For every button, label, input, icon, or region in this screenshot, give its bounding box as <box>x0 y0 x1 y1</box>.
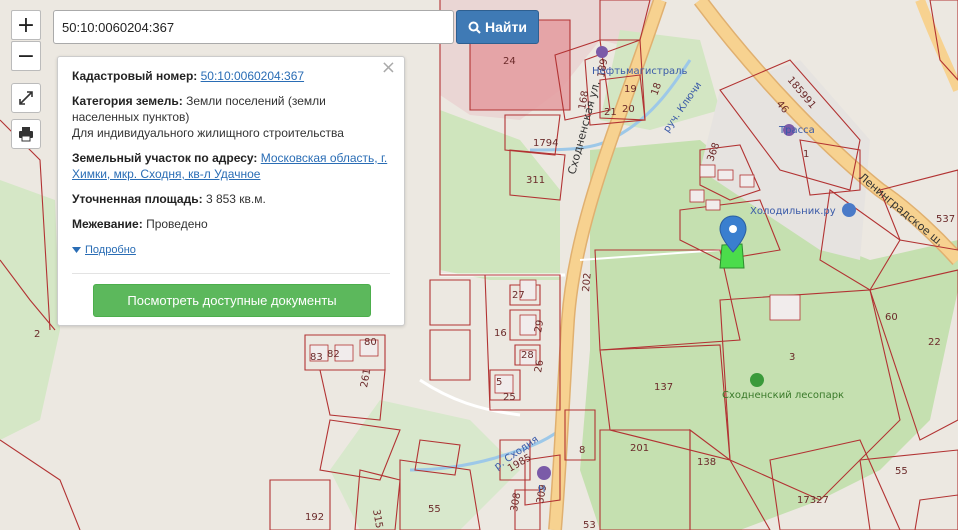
fullscreen-button[interactable] <box>11 83 41 113</box>
parcel-label: 1 <box>803 149 809 160</box>
cadastral-number-label: Кадастровый номер: <box>72 69 198 83</box>
parcel-label: 53 <box>583 520 596 530</box>
zoom-out-button[interactable]: − <box>11 41 41 71</box>
poi-label: Сходненский лесопарк <box>722 390 844 401</box>
cadastral-number-row: Кадастровый номер: 50:10:0060204:367 <box>72 68 390 84</box>
parcel-label: 311 <box>526 175 545 186</box>
parcel-label: 5 <box>496 377 502 388</box>
area-row: Уточненная площадь: 3 853 кв.м. <box>72 191 390 207</box>
fuel-station-icon[interactable] <box>596 46 608 58</box>
close-icon[interactable]: × <box>381 59 396 77</box>
address-row: Земельный участок по адресу: Московская … <box>72 150 390 182</box>
survey-row: Межевание: Проведено <box>72 216 390 232</box>
shop-icon[interactable] <box>842 203 856 217</box>
parcel-label: 27 <box>512 290 525 301</box>
parcel-label: 19 <box>624 84 637 95</box>
poi-label: Нефтьмагистраль <box>592 66 688 77</box>
parcel-label: 3 <box>789 352 795 363</box>
search-icon <box>468 21 481 34</box>
store-icon[interactable] <box>537 466 551 480</box>
parcel-label: 8 <box>579 445 585 456</box>
printer-icon <box>19 127 33 142</box>
parcel-label: 202 <box>581 272 594 292</box>
parcel-label: 1794 <box>533 138 558 149</box>
area-value: 3 853 кв.м. <box>205 192 266 206</box>
parcel-label: 201 <box>630 443 649 454</box>
parcel-label: 2 <box>34 329 40 340</box>
caret-down-icon <box>72 247 81 253</box>
land-category-label: Категория земель: <box>72 94 183 108</box>
parcel-label: 21 <box>604 107 617 118</box>
parcel-label: 80 <box>364 337 377 348</box>
view-documents-button[interactable]: Посмотреть доступные документы <box>93 284 371 317</box>
parcel-label: 29 <box>533 319 546 333</box>
parcel-label: 60 <box>885 312 898 323</box>
poi-label: Н <box>538 484 546 495</box>
parcel-label: 55 <box>428 504 441 515</box>
parcel-label: 24 <box>503 56 516 67</box>
search-button[interactable]: Найти <box>456 10 539 44</box>
poi-label: Трасса <box>778 125 815 136</box>
print-button[interactable] <box>11 119 41 149</box>
panel-divider <box>72 273 390 274</box>
parcel-label: 537 <box>936 214 955 225</box>
search-button-label: Найти <box>485 19 527 35</box>
address-label: Земельный участок по адресу: <box>72 151 258 165</box>
details-link-label: Подробно <box>85 244 136 256</box>
details-toggle[interactable]: Подробно <box>72 242 136 258</box>
land-purpose-value: Для индивидуального жилищного строительс… <box>72 126 344 140</box>
parcel-label: 137 <box>654 382 673 393</box>
parcel-label: 16 <box>494 328 507 339</box>
parcel-label: 26 <box>533 359 546 373</box>
land-category-row: Категория земель: Земли поселений (земли… <box>72 93 390 141</box>
park-icon[interactable] <box>750 373 764 387</box>
cadastral-search-input[interactable] <box>53 10 454 44</box>
zoom-in-button[interactable]: + <box>11 10 41 40</box>
survey-value: Проведено <box>146 217 208 231</box>
parcel-label: 83 <box>310 352 323 363</box>
parcel-label: 138 <box>697 457 716 468</box>
parcel-label: 22 <box>928 337 941 348</box>
survey-label: Межевание: <box>72 217 143 231</box>
parcel-label: 25 <box>503 392 516 403</box>
poi-label: Холодильник.ру <box>750 206 836 217</box>
parcel-info-panel: × Кадастровый номер: 50:10:0060204:367 К… <box>57 56 405 326</box>
parcel-label: 28 <box>521 350 534 361</box>
parcel-label: 17327 <box>797 495 829 506</box>
cadastral-number-link[interactable]: 50:10:0060204:367 <box>201 69 304 83</box>
parcel-label: 192 <box>305 512 324 523</box>
expand-icon <box>19 91 33 105</box>
parcel-label: 20 <box>622 104 635 115</box>
parcel-label: 82 <box>327 349 340 360</box>
parcel-label: 55 <box>895 466 908 477</box>
area-label: Уточненная площадь: <box>72 192 203 206</box>
